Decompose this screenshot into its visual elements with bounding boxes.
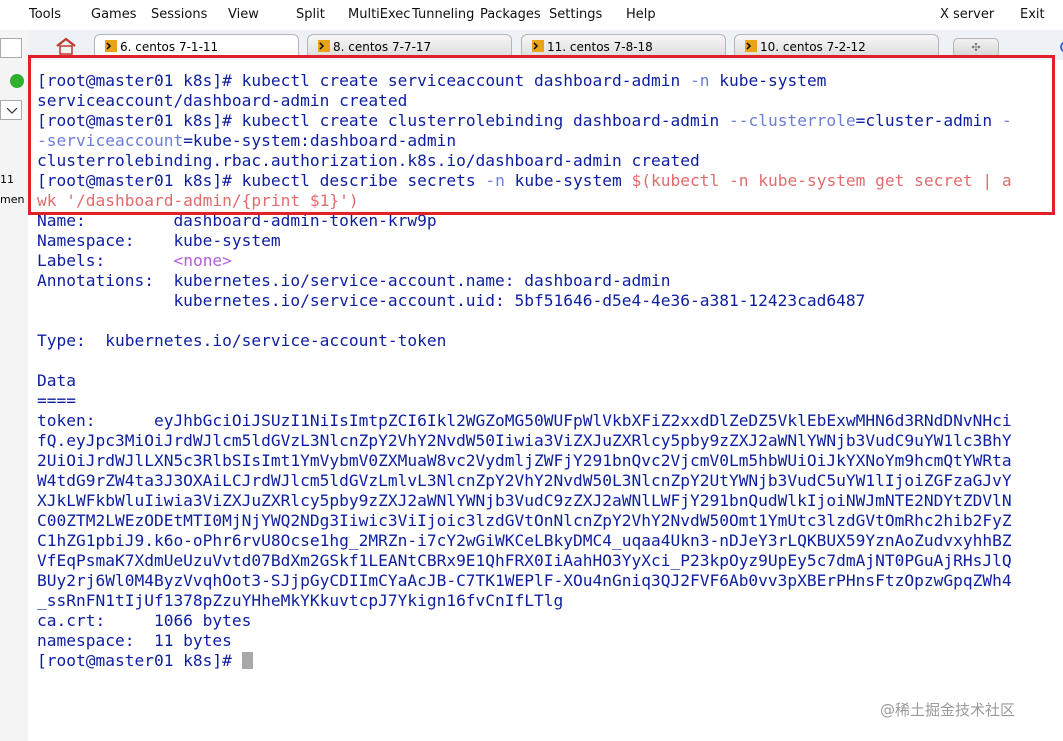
menu-xserver[interactable]: X server [940, 7, 994, 22]
none-value: <none> [173, 251, 232, 270]
menu-tools[interactable]: Tools [29, 7, 61, 22]
prompt: [root@master01 k8s]# [37, 171, 242, 190]
terminal-line: ca.crt: 1066 bytes [37, 611, 252, 630]
terminal-tab-icon [318, 40, 330, 52]
tab-label: 10. centos 7-2-12 [760, 40, 866, 54]
flag-text: --clusterrole [728, 111, 856, 130]
home-icon [56, 37, 76, 55]
token-line: C00ZTM2LWEzODEtMTI0MjNjYWQ2NDg3Iiwic3ViI… [37, 511, 1012, 530]
paperclip-icon[interactable] [1058, 35, 1063, 55]
watermark: @稀土掘金技术社区 [880, 701, 1016, 719]
terminal-line: Labels: <none> [37, 251, 232, 271]
flag-text: -n [689, 71, 710, 90]
token-line: _ssRnFN1tIjUf1378pZzuYHheMkYKkuvtcpJ7Yki… [37, 591, 564, 610]
tab-session-3[interactable]: 11. centos 7-8-18 [521, 34, 726, 58]
terminal-line: namespace: 11 bytes [37, 631, 232, 650]
sidebar-field[interactable] [0, 38, 22, 58]
token-line: VfEqPsmaK7XdmUeUzuVvtd07BdXm2GSkf1LEANtC… [37, 551, 1012, 570]
chevron-down-icon [7, 108, 17, 114]
terminal-line: -serviceaccount=kube-system:dashboard-ad… [37, 131, 456, 151]
terminal-tab-icon [745, 40, 757, 52]
terminal-tab-icon [105, 40, 117, 52]
tab-label: 11. centos 7-8-18 [547, 40, 653, 54]
flag-text: -serviceaccount [37, 131, 184, 150]
command-text: kubectl create clusterrolebinding dashbo… [241, 111, 729, 130]
terminal-tab-icon [532, 40, 544, 52]
terminal-line: wk '/dashboard-admin/{print $1}') [37, 191, 359, 210]
tab-session-2[interactable]: 8. centos 7-7-17 [307, 34, 512, 58]
menu-sessions[interactable]: Sessions [151, 7, 207, 22]
command-text: kubectl create serviceaccount dashboard-… [241, 71, 690, 90]
sidebar-dropdown[interactable] [0, 100, 22, 120]
menu-bar: Tools Games Sessions View Split MultiExe… [0, 0, 1063, 30]
sidebar-text-2: men [0, 193, 25, 206]
terminal-line: Name: dashboard-admin-token-krw9p [37, 211, 437, 230]
menu-multiexec[interactable]: MultiExec [348, 7, 410, 22]
command-text: kube-system [504, 171, 632, 190]
terminal-line: Type: kubernetes.io/service-account-toke… [37, 331, 447, 350]
menu-settings[interactable]: Settings [549, 7, 602, 22]
token-line: 2UiOiJrdWJlLXN5c3RlbSIsImt1YmVybmV0ZXMua… [37, 451, 1012, 470]
command-text: =cluster-admin [855, 111, 1002, 130]
flag-text: - [1001, 111, 1012, 130]
menu-view[interactable]: View [228, 7, 259, 22]
flag-text: -n [485, 171, 505, 190]
green-status-icon[interactable] [10, 74, 24, 88]
token-line: XJkLWFkbWluIiwia3ViZXJuZXRlcy5pby9zZXJ2a… [37, 491, 1012, 510]
token-line: W4tdG9rZW4ta3J3OXAiLCJrdWJlcm5ldGVzLmlvL… [37, 471, 1012, 490]
home-tab[interactable] [53, 34, 99, 58]
menu-games[interactable]: Games [91, 7, 136, 22]
menu-tunneling[interactable]: Tunneling [412, 7, 474, 22]
left-sidebar: 11 men [0, 30, 29, 741]
terminal-line: Annotations: kubernetes.io/service-accou… [37, 271, 671, 290]
prompt: [root@master01 k8s]# [37, 651, 242, 670]
subshell-text: $(kubectl -n kube-system get secret | a [631, 171, 1012, 190]
tab-label: 6. centos 7-1-11 [120, 40, 219, 54]
session-tab-bar: 6. centos 7-1-11 8. centos 7-7-17 11. ce… [28, 30, 1063, 60]
terminal-line: Data [37, 371, 76, 390]
token-line: BUy2rj6Wl0M4ByzVvqhOot3-SJjpGyCDIImCYaAc… [37, 571, 1012, 590]
menu-help[interactable]: Help [626, 7, 656, 22]
terminal-line: kubernetes.io/service-account.uid: 5bf51… [37, 291, 866, 310]
terminal-area[interactable]: [root@master01 k8s]# kubectl create serv… [28, 60, 1063, 741]
terminal-line: clusterrolebinding.rbac.authorization.k8… [37, 151, 700, 170]
terminal-line: [root@master01 k8s]# kubectl describe se… [37, 171, 1012, 191]
tab-session-4[interactable]: 10. centos 7-2-12 [734, 34, 939, 58]
terminal-line: Namespace: kube-system [37, 231, 281, 250]
plus-icon: ✣ [971, 42, 981, 54]
terminal-cursor [241, 652, 253, 669]
menu-exit[interactable]: Exit [1020, 7, 1045, 22]
new-tab-button[interactable]: ✣ [953, 38, 999, 58]
tab-session-1[interactable]: 6. centos 7-1-11 [94, 34, 299, 58]
terminal-line: [root@master01 k8s]# kubectl create serv… [37, 71, 826, 91]
command-text: kube-system [709, 71, 827, 90]
token-line: C1hZG1pbiJ9.k6o-oPhr6rvU8Ocse1hg_2MRZn-i… [37, 531, 1012, 550]
menu-split[interactable]: Split [296, 7, 325, 22]
tab-label: 8. centos 7-7-17 [333, 40, 432, 54]
token-line: fQ.eyJpc3MiOiJrdWJlcm5ldGVzL3NlcnZpY2VhY… [37, 431, 1012, 450]
prompt: [root@master01 k8s]# [37, 71, 242, 90]
menu-packages[interactable]: Packages [480, 7, 541, 22]
command-text: kubectl describe secrets [241, 171, 486, 190]
token-line: token: eyJhbGciOiJSUzI1NiIsImtpZCI6Ikl2W… [37, 411, 1012, 430]
prompt: [root@master01 k8s]# [37, 111, 242, 130]
terminal-line: [root@master01 k8s]# [37, 651, 253, 671]
terminal-line: ==== [37, 391, 76, 410]
terminal-line: [root@master01 k8s]# kubectl create clus… [37, 111, 1012, 131]
command-text: =kube-system:dashboard-admin [183, 131, 457, 150]
sidebar-text-1: 11 [0, 173, 14, 186]
terminal-line: serviceaccount/dashboard-admin created [37, 91, 408, 110]
label-key: Labels: [37, 251, 174, 270]
